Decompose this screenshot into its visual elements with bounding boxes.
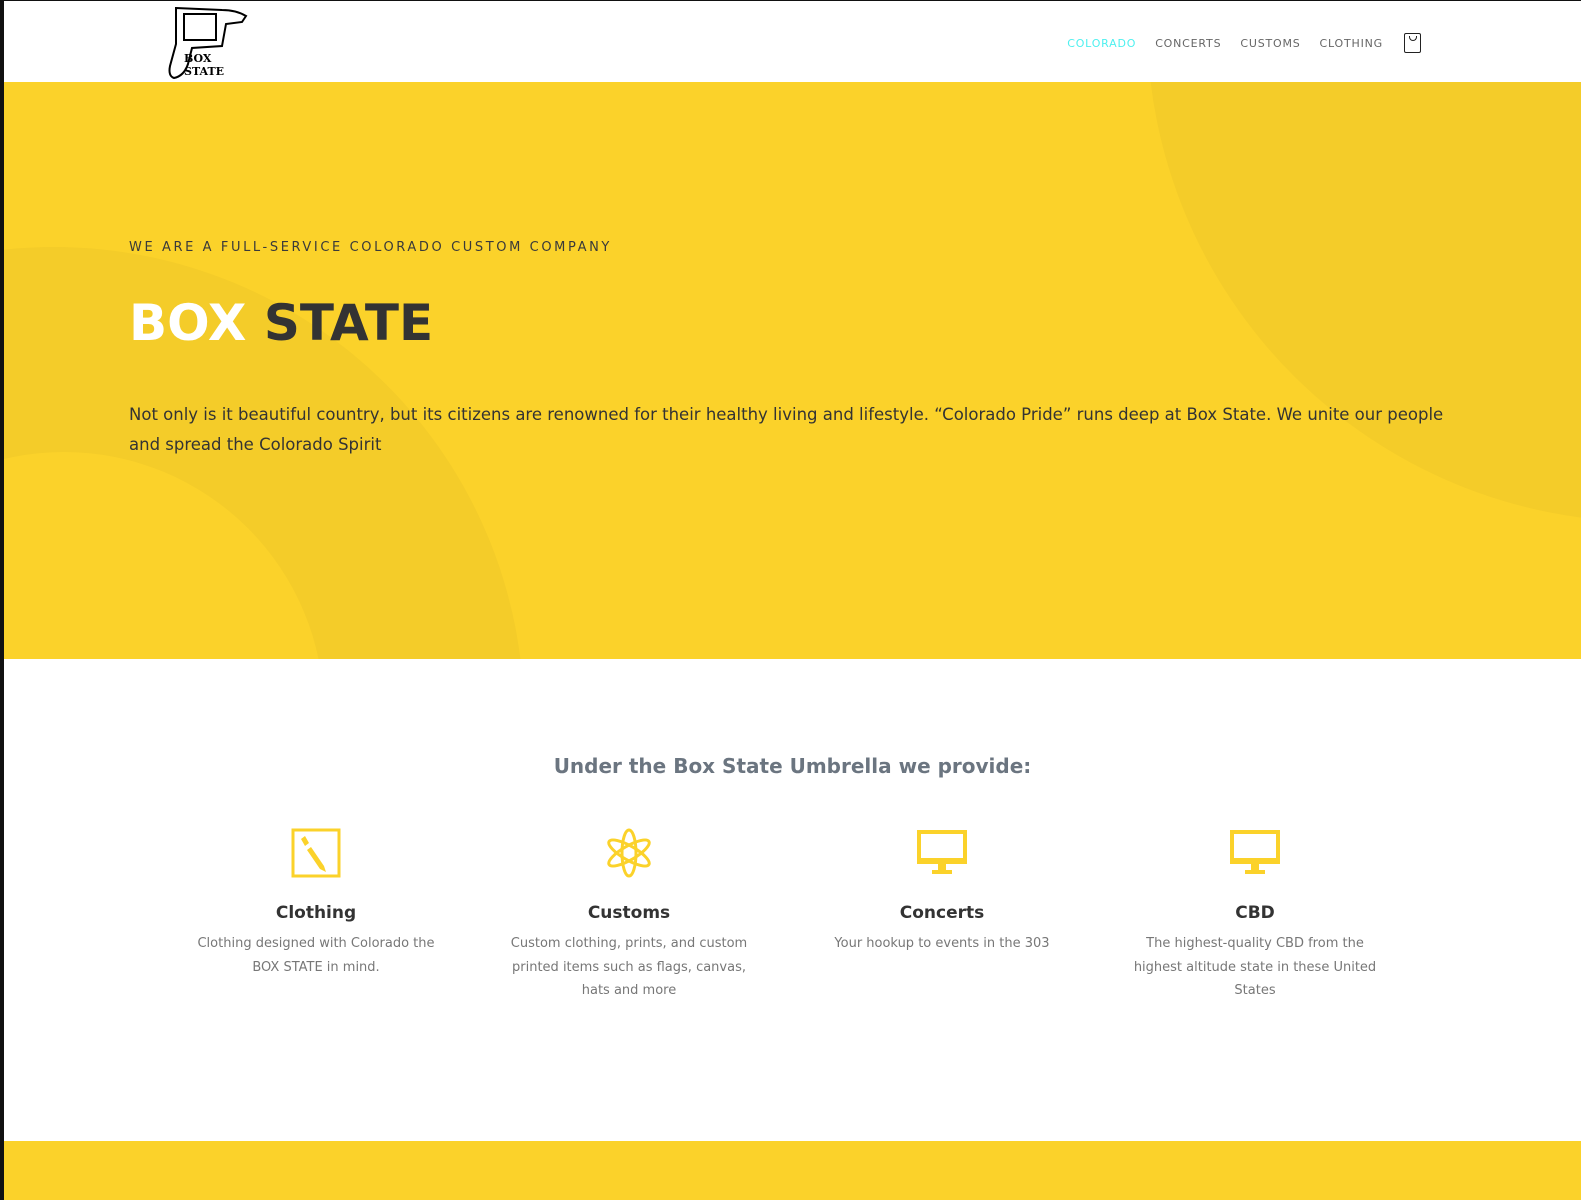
logo[interactable]: BOX STATE [162, 4, 254, 80]
service-title: CBD [1235, 903, 1275, 923]
service-text: Your hookup to events in the 303 [834, 936, 1050, 951]
title-dark: STATE [263, 294, 434, 352]
monitor-icon [1230, 830, 1280, 874]
service-title: Clothing [275, 903, 357, 923]
hero-description: Not only is it beautiful country, but it… [129, 405, 1444, 454]
nav-concerts[interactable]: CONCERTS [1155, 37, 1221, 50]
footer-band [4, 1141, 1581, 1200]
service-card-customs: Customs Custom clothing, prints, and cus… [499, 827, 759, 1003]
page: BOX STATE COLORADO CONCERTS CUSTOMS CLOT… [4, 1, 1581, 1200]
main-nav: COLORADO CONCERTS CUSTOMS CLOTHING [1067, 33, 1421, 53]
service-title: Customs [587, 903, 671, 923]
nav-customs[interactable]: CUSTOMS [1240, 37, 1300, 50]
logo-text: BOX STATE [184, 52, 225, 78]
pencil-box-icon [291, 828, 341, 878]
site-header: BOX STATE COLORADO CONCERTS CUSTOMS CLOT… [4, 1, 1581, 82]
hero-section: WE ARE A FULL-SERVICE COLORADO CUSTOM CO… [4, 82, 1581, 659]
service-card-concerts: Concerts Your hookup to events in the 30… [812, 827, 1072, 956]
services-heading: Under the Box State Umbrella we provide: [553, 754, 1032, 778]
monitor-icon [917, 830, 967, 874]
service-text: Custom clothing, prints, and custom prin… [510, 936, 748, 998]
atom-icon [607, 828, 651, 878]
service-title: Concerts [899, 903, 985, 923]
nav-colorado[interactable]: COLORADO [1067, 37, 1136, 50]
title-white: BOX [129, 294, 247, 352]
service-text: Clothing designed with Colorado the BOX … [197, 936, 435, 975]
service-card-cbd: CBD The highest-quality CBD from the hig… [1125, 827, 1385, 1003]
service-card-clothing: Clothing Clothing designed with Colorado… [186, 827, 446, 979]
hero-title: BOX STATE [129, 294, 433, 352]
service-text: The highest-quality CBD from the highest… [1133, 936, 1377, 998]
shopping-bag-icon[interactable] [1404, 33, 1421, 53]
hero-eyebrow: WE ARE A FULL-SERVICE COLORADO CUSTOM CO… [129, 240, 612, 255]
nav-clothing[interactable]: CLOTHING [1320, 37, 1383, 50]
